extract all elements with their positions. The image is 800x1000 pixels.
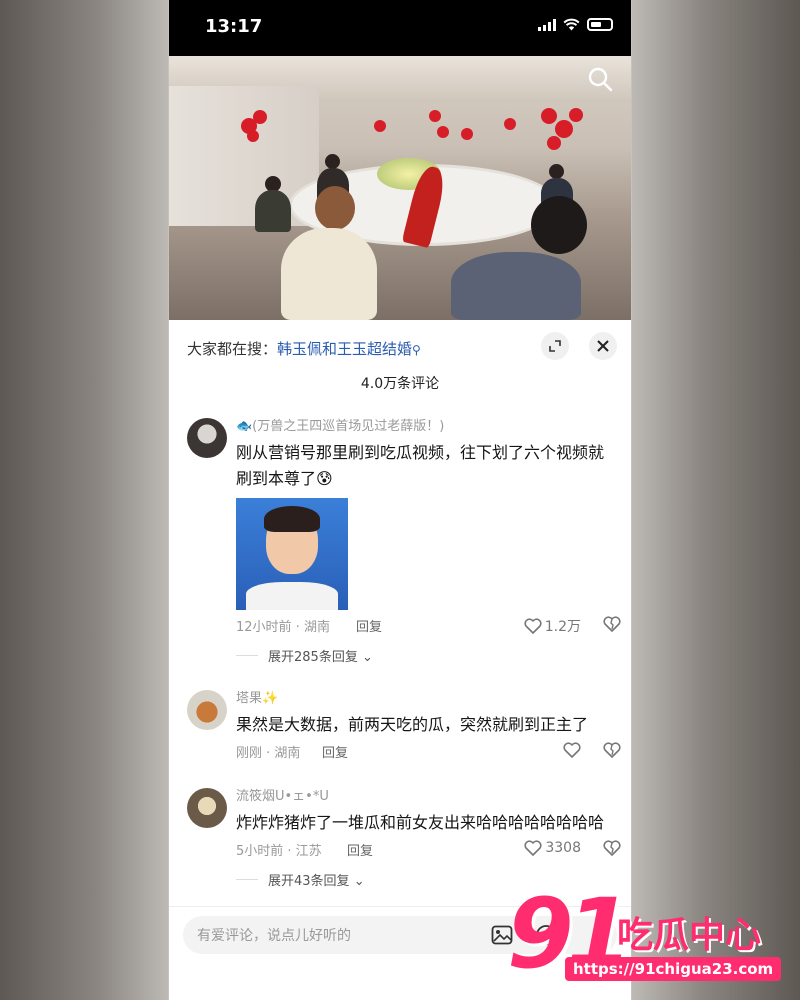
like-count: 1.2万 — [544, 619, 581, 635]
chevron-down-icon: ⌄ — [361, 650, 373, 665]
comment-time-location: 刚刚 · 湖南 — [236, 746, 301, 761]
video-person-foreground-man — [451, 252, 581, 320]
like-button[interactable]: 1.2万 — [524, 616, 581, 636]
video-balloon — [504, 118, 516, 130]
avatar[interactable] — [187, 788, 227, 828]
like-button[interactable]: 3308 — [524, 840, 581, 856]
dislike-button[interactable] — [603, 840, 621, 860]
trending-search[interactable]: 大家都在搜：韩玉佩和王玉超结婚⚲ — [187, 338, 421, 359]
expand-replies-label: 展开285条回复 — [268, 650, 358, 665]
broken-heart-icon — [603, 616, 621, 632]
trending-prefix: 大家都在搜： — [187, 340, 278, 358]
comment-text: 果然是大数据，前两天吃的瓜，突然就刷到正主了 — [236, 715, 589, 734]
comment-text: 炸炸炸猪炸了一堆瓜和前女友出来哈哈哈哈哈哈哈哈 — [236, 813, 605, 832]
dislike-button[interactable] — [603, 616, 621, 636]
image-shirt — [246, 582, 338, 610]
comment-image[interactable] — [236, 498, 348, 610]
video-balloon — [555, 120, 573, 138]
video-balloon — [374, 120, 386, 132]
video-balloon — [569, 108, 583, 122]
comment-input-placeholder: 有爱评论，说点儿好听的 — [197, 928, 351, 944]
cellular-signal-icon — [538, 18, 556, 31]
broken-heart-icon — [603, 840, 621, 856]
trending-search-icon: ⚲ — [412, 343, 421, 357]
trending-keyword[interactable]: 韩玉佩和王玉超结婚 — [277, 340, 412, 358]
comment-meta: 12小时前 · 湖南 回复 1.2万 — [236, 616, 621, 636]
video-person-foreground-woman — [281, 228, 377, 320]
expand-replies-button[interactable]: 展开285条回复 ⌄ — [236, 646, 621, 665]
comment-username[interactable]: 🐟(万兽之王四巡首场见过老薛版！) — [236, 418, 621, 436]
video-balloon — [437, 126, 449, 138]
search-icon[interactable] — [587, 66, 613, 92]
video-balloon — [461, 128, 473, 140]
comment-meta: 刚刚 · 湖南 回复 — [236, 742, 621, 762]
video-balloon — [547, 136, 561, 150]
comment-item: 🐟(万兽之王四巡首场见过老薛版！) 刚从营销号那里刷到吃瓜视频，往下划了六个视频… — [187, 418, 621, 668]
broken-heart-icon — [603, 742, 621, 758]
video-person-head — [549, 164, 564, 179]
comment-body: 塔果✨ 果然是大数据，前两天吃的瓜，突然就刷到正主了 刚刚 · 湖南 回复 — [236, 690, 621, 762]
comment-time-location: 5小时前 · 江苏 — [236, 844, 322, 859]
heart-icon — [563, 742, 581, 758]
heart-icon — [524, 618, 542, 634]
comment-body: 🐟(万兽之王四巡首场见过老薛版！) 刚从营销号那里刷到吃瓜视频，往下划了六个视频… — [236, 418, 621, 665]
chevron-down-icon: ⌄ — [353, 874, 365, 889]
video-player[interactable] — [169, 56, 631, 320]
battery-icon — [587, 18, 613, 31]
video-balloon — [429, 110, 441, 122]
watermark-url: https://91chigua23.com — [565, 957, 782, 981]
comment-text: 刚从营销号那里刷到吃瓜视频，往下划了六个视频就 刷到本尊了😰 — [236, 440, 621, 492]
expand-replies-label: 展开43条回复 — [268, 874, 350, 889]
like-button[interactable] — [563, 742, 581, 758]
comment-username[interactable]: 塔果✨ — [236, 690, 621, 708]
close-icon — [597, 340, 609, 352]
wifi-icon — [563, 18, 580, 31]
reply-button[interactable]: 回复 — [347, 840, 373, 859]
watermark-name: 吃瓜中心 — [617, 915, 762, 956]
comment-text-line: 刚从营销号那里刷到吃瓜视频，往下划了六个视频就 — [236, 443, 605, 462]
video-person-head — [531, 196, 587, 254]
close-sheet-button[interactable] — [589, 332, 617, 360]
status-time: 13:17 — [205, 16, 263, 37]
comment-item: 塔果✨ 果然是大数据，前两天吃的瓜，突然就刷到正主了 刚刚 · 湖南 回复 — [187, 690, 621, 770]
avatar[interactable] — [187, 418, 227, 458]
watermark-logo: 91 吃瓜中心 https://91chigua23.com — [507, 878, 797, 990]
video-balloon — [541, 108, 557, 124]
status-icons — [538, 18, 613, 31]
video-balloon — [247, 130, 259, 142]
video-person-head — [325, 154, 340, 169]
phone-screen: 13:17 大家都在搜：韩玉佩和王玉超结婚⚲ 4.0万条评论 🐟(万兽之王四巡首… — [169, 0, 631, 1000]
comment-count: 4.0万条评论 — [360, 376, 440, 392]
status-bar: 13:17 — [169, 0, 631, 56]
avatar[interactable] — [187, 690, 227, 730]
expand-sheet-button[interactable] — [541, 332, 569, 360]
comment-time-location: 12小时前 · 湖南 — [236, 620, 330, 635]
video-balloon — [253, 110, 267, 124]
comment-body: 流筱烟U•ェ•*U 炸炸炸猪炸了一堆瓜和前女友出来哈哈哈哈哈哈哈哈 5小时前 ·… — [236, 788, 621, 889]
image-hair — [264, 506, 320, 532]
comment-text-line: 刷到本尊了😰 — [236, 469, 333, 488]
comment-meta: 5小时前 · 江苏 回复 3308 — [236, 840, 621, 860]
reply-button[interactable]: 回复 — [356, 616, 382, 635]
expand-icon — [549, 340, 561, 352]
video-person — [255, 190, 291, 232]
dislike-button[interactable] — [603, 742, 621, 762]
heart-icon — [524, 840, 542, 856]
reply-button[interactable]: 回复 — [322, 742, 348, 761]
like-count: 3308 — [545, 840, 581, 856]
comment-username[interactable]: 流筱烟U•ェ•*U — [236, 788, 621, 806]
video-person-head — [315, 186, 355, 230]
